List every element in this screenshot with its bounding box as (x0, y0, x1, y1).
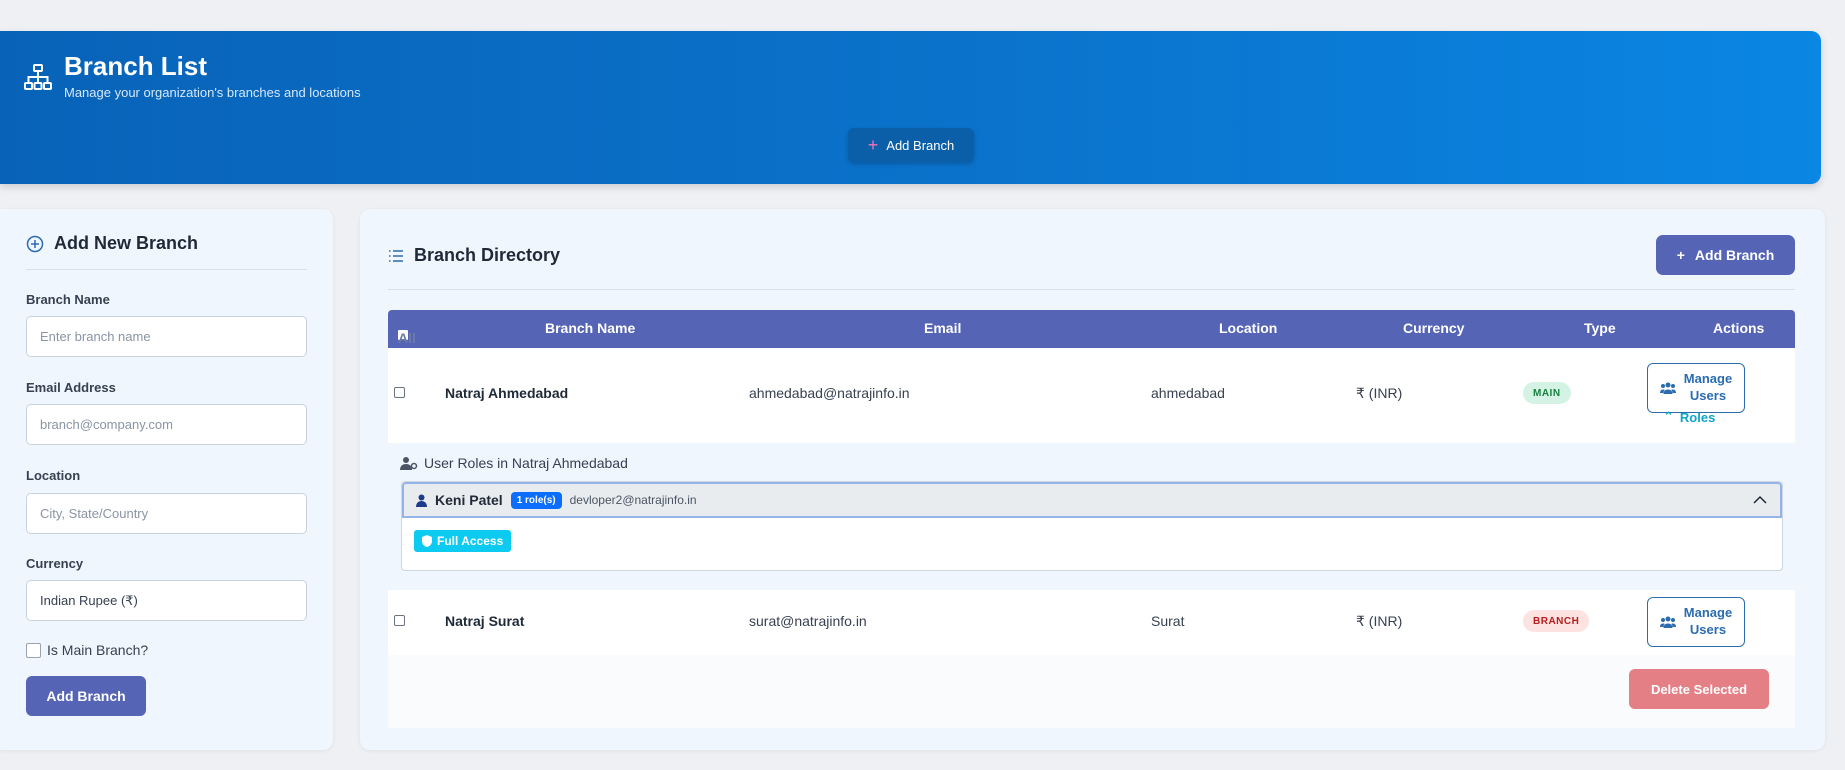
form-header: Add New Branch (26, 233, 198, 254)
directory-divider (388, 289, 1795, 290)
form-title: Add New Branch (54, 233, 199, 253)
email-label: Email Address (26, 380, 116, 395)
page-subtitle: Manage your organization's branches and … (64, 85, 361, 100)
row-checkbox[interactable] (394, 615, 405, 626)
sitemap-icon (24, 64, 52, 90)
directory-header: Branch Directory (388, 245, 560, 266)
user-cog-icon (400, 457, 418, 470)
form-add-branch-button[interactable]: Add Branch (26, 676, 146, 716)
column-email: Email (924, 320, 962, 336)
manage-users-button[interactable]: Manage Users (1647, 363, 1745, 413)
add-branch-form: Add New Branch Branch Name Email Address… (0, 209, 333, 750)
column-branch-name: Branch Name (545, 320, 636, 336)
chevron-up-icon: ⌃ (1663, 409, 1674, 424)
row-checkbox[interactable] (394, 387, 405, 398)
user-roles-title: User Roles in Natraj Ahmedabad (400, 455, 628, 471)
branch-location: Surat (1151, 613, 1185, 629)
page-header: Branch List Manage your organization's b… (0, 31, 1821, 184)
table-row: Natraj Surat surat@natrajinfo.in Surat ₹… (388, 590, 1795, 655)
branch-name-label: Branch Name (26, 292, 110, 307)
branch-currency: ₹ (INR) (1356, 385, 1403, 401)
user-email: devloper2@natrajinfo.in (569, 493, 697, 507)
column-location: Location (1219, 320, 1278, 336)
page-title: Branch List (64, 51, 208, 81)
branch-name: Natraj Ahmedabad (445, 385, 569, 401)
manage-users-label: Manage Users (1683, 605, 1733, 637)
currency-select[interactable] (26, 580, 307, 621)
user-roles-panel: User Roles in Natraj Ahmedabad Keni Pate… (388, 443, 1795, 588)
branch-email: surat@natrajinfo.in (749, 613, 867, 629)
roles-label: Roles (1679, 409, 1716, 425)
main-branch-checkbox[interactable] (26, 642, 41, 658)
manage-users-button[interactable]: Manage Users (1647, 597, 1745, 647)
user-role-accordion: Keni Patel 1 role(s) devloper2@natrajinf… (401, 481, 1783, 571)
main-branch-row: Is Main Branch? (26, 642, 148, 658)
manage-users-label: Manage Users (1683, 371, 1733, 403)
branch-email: ahmedabad@natrajinfo.in (749, 385, 910, 401)
branch-currency: ₹ (INR) (1356, 613, 1403, 629)
directory-add-branch-button[interactable]: + Add Branch (1656, 235, 1795, 275)
directory-title: Branch Directory (414, 245, 561, 265)
select-all-label: All (398, 330, 416, 346)
type-badge: BRANCH (1523, 610, 1590, 632)
table-footer (388, 655, 1795, 728)
plus-icon: + (867, 135, 879, 155)
header-add-branch-label: Add Branch (886, 137, 955, 153)
branch-directory: Branch Directory + Add Branch All Branch… (360, 209, 1825, 750)
location-input[interactable] (26, 493, 307, 534)
permission-badge: Full Access (414, 530, 512, 552)
column-actions: Actions (1713, 320, 1765, 336)
location-label: Location (26, 468, 81, 483)
users-icon (1659, 616, 1676, 628)
user-name: Keni Patel (435, 492, 503, 508)
plus-icon: + (1676, 247, 1685, 263)
user-icon (416, 494, 427, 507)
table-header: All Branch Name Email Location Currency … (388, 310, 1795, 348)
roles-toggle[interactable]: ⌃ Roles (1663, 409, 1715, 425)
chevron-up-icon[interactable] (1752, 492, 1768, 508)
column-type: Type (1584, 320, 1616, 336)
form-divider (26, 269, 307, 270)
delete-selected-button[interactable]: Delete Selected (1629, 669, 1769, 709)
main-branch-label: Is Main Branch? (47, 642, 149, 658)
type-badge: MAIN (1523, 382, 1571, 404)
header-add-branch-button[interactable]: + Add Branch (848, 128, 974, 162)
plus-circle-icon (26, 235, 44, 252)
branch-name: Natraj Surat (445, 613, 525, 629)
branch-location: ahmedabad (1151, 385, 1225, 401)
shield-icon (422, 535, 432, 547)
users-icon (1659, 382, 1676, 394)
branch-name-input[interactable] (26, 316, 307, 357)
list-icon (389, 249, 403, 262)
directory-add-branch-label: Add Branch (1694, 247, 1775, 263)
table-row: Natraj Ahmedabad ahmedabad@natrajinfo.in… (388, 348, 1795, 443)
email-input[interactable] (26, 404, 307, 445)
role-count-badge: 1 role(s) (510, 491, 562, 509)
currency-label: Currency (26, 556, 84, 571)
column-currency: Currency (1403, 320, 1465, 336)
user-role-accordion-header[interactable]: Keni Patel 1 role(s) devloper2@natrajinf… (402, 482, 1782, 518)
